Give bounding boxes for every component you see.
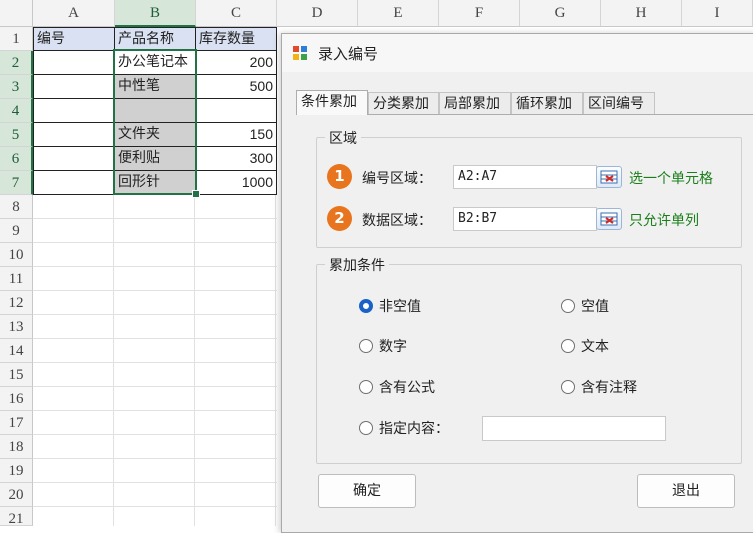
row-header-16[interactable]: 16 — [0, 387, 33, 411]
region-group: 区域 1 编号区域： A2:A7 选一个单元格 2 数据区域： B2:B7 只允… — [316, 128, 742, 248]
row-header-5[interactable]: 5 — [0, 123, 33, 147]
row-header-11[interactable]: 11 — [0, 267, 33, 291]
exit-button[interactable]: 退出 — [637, 474, 735, 508]
cell-c5[interactable]: 150 — [195, 122, 277, 147]
radio-indicator — [359, 299, 373, 313]
tab-loop-accumulate[interactable]: 循环累加 — [511, 92, 583, 114]
number-range-label: 编号区域： — [362, 171, 432, 187]
cell-b2[interactable]: 办公笔记本 — [114, 50, 196, 75]
select-all-corner[interactable] — [0, 0, 33, 27]
empty-grid[interactable] — [33, 195, 277, 526]
radio-indicator — [359, 421, 373, 435]
cell-b5[interactable]: 文件夹 — [114, 122, 196, 147]
radio-label: 含有公式 — [379, 380, 435, 396]
cell-b1[interactable]: 产品名称 — [114, 27, 196, 51]
cell-a2[interactable] — [33, 50, 115, 75]
cell-a7[interactable] — [33, 170, 115, 195]
row-header-3[interactable]: 3 — [0, 75, 33, 99]
tab-category-accumulate[interactable]: 分类累加 — [368, 92, 439, 114]
fill-handle[interactable] — [192, 190, 200, 198]
row-header-7[interactable]: 7 — [0, 171, 33, 195]
row-header-18[interactable]: 18 — [0, 435, 33, 459]
cell-a4[interactable] — [33, 98, 115, 123]
record-number-dialog: 录入编号 条件累加 分类累加 局部累加 循环累加 区间编号 区域 1 编号区域：… — [281, 33, 753, 533]
tab-interval-number[interactable]: 区间编号 — [583, 92, 655, 114]
condition-group-label: 累加条件 — [325, 255, 389, 275]
tab-partial-accumulate[interactable]: 局部累加 — [439, 92, 511, 114]
row-header-17[interactable]: 17 — [0, 411, 33, 435]
tab-conditional-accumulate[interactable]: 条件累加 — [296, 90, 368, 115]
radio-indicator — [561, 339, 575, 353]
row-header-10[interactable]: 10 — [0, 243, 33, 267]
step-1-badge: 1 — [327, 164, 352, 189]
cell-c6[interactable]: 300 — [195, 146, 277, 171]
cell-a6[interactable] — [33, 146, 115, 171]
cell-a3[interactable] — [33, 74, 115, 99]
radio-label: 非空值 — [379, 299, 421, 315]
row-header-12[interactable]: 12 — [0, 291, 33, 315]
range-select-icon — [600, 170, 618, 184]
radio-label: 含有注释 — [581, 380, 637, 396]
radio-indicator — [359, 339, 373, 353]
cell-a5[interactable] — [33, 122, 115, 147]
dialog-title: 录入编号 — [318, 45, 379, 63]
column-header-a[interactable]: A — [33, 0, 115, 27]
row-header-19[interactable]: 19 — [0, 459, 33, 483]
radio-label: 指定内容： — [379, 421, 449, 437]
cell-c1[interactable]: 库存数量 — [195, 27, 277, 51]
step-2-badge: 2 — [327, 206, 352, 231]
row-header-6[interactable]: 6 — [0, 147, 33, 171]
ok-button[interactable]: 确定 — [318, 474, 416, 508]
app-icon — [293, 46, 307, 60]
row-header-2[interactable]: 2 — [0, 51, 33, 75]
cell-c2[interactable]: 200 — [195, 50, 277, 75]
column-header-c[interactable]: C — [196, 0, 277, 27]
column-header-f[interactable]: F — [439, 0, 520, 27]
data-range-input[interactable]: B2:B7 — [453, 207, 597, 231]
specified-content-input[interactable] — [482, 416, 666, 441]
column-header-b[interactable]: B — [115, 0, 196, 27]
cell-a1[interactable]: 编号 — [33, 27, 115, 51]
radio-indicator — [561, 299, 575, 313]
row-header-20[interactable]: 20 — [0, 483, 33, 507]
radio-indicator — [561, 380, 575, 394]
range-select-icon — [600, 212, 618, 226]
dialog-titlebar[interactable]: 录入编号 — [282, 34, 753, 72]
cell-c7[interactable]: 1000 — [195, 170, 277, 195]
column-header-d[interactable]: D — [277, 0, 358, 27]
cell-b6[interactable]: 便利贴 — [114, 146, 196, 171]
number-range-hint: 选一个单元格 — [629, 171, 713, 187]
column-header-h[interactable]: H — [601, 0, 682, 27]
radio-label: 文本 — [581, 339, 609, 355]
column-header-g[interactable]: G — [520, 0, 601, 27]
row-header-13[interactable]: 13 — [0, 315, 33, 339]
number-range-picker-button[interactable] — [596, 166, 622, 188]
row-header-14[interactable]: 14 — [0, 339, 33, 363]
cell-c3[interactable]: 500 — [195, 74, 277, 99]
column-header-e[interactable]: E — [358, 0, 439, 27]
data-range-hint: 只允许单列 — [629, 213, 699, 229]
radio-label: 数字 — [379, 339, 407, 355]
row-header-8[interactable]: 8 — [0, 195, 33, 219]
cell-b4[interactable] — [114, 98, 196, 123]
data-range-label: 数据区域： — [362, 213, 432, 229]
row-header-1[interactable]: 1 — [0, 27, 33, 51]
radio-indicator — [359, 380, 373, 394]
row-header-15[interactable]: 15 — [0, 363, 33, 387]
row-header-9[interactable]: 9 — [0, 219, 33, 243]
cell-c4[interactable] — [195, 98, 277, 123]
cell-b7[interactable]: 回形针 — [114, 170, 196, 195]
region-group-label: 区域 — [325, 128, 361, 148]
condition-group: 累加条件 非空值 空值 数字 文本 含有公式 含有注释 指定内容： — [316, 255, 742, 464]
number-range-input[interactable]: A2:A7 — [453, 165, 597, 189]
row-header-4[interactable]: 4 — [0, 99, 33, 123]
data-range-picker-button[interactable] — [596, 208, 622, 230]
cell-b3[interactable]: 中性笔 — [114, 74, 196, 99]
column-header-i[interactable]: I — [682, 0, 753, 27]
radio-label: 空值 — [581, 299, 609, 315]
row-header-21[interactable]: 21 — [0, 507, 33, 527]
tab-panel: 区域 1 编号区域： A2:A7 选一个单元格 2 数据区域： B2:B7 只允… — [296, 114, 753, 475]
